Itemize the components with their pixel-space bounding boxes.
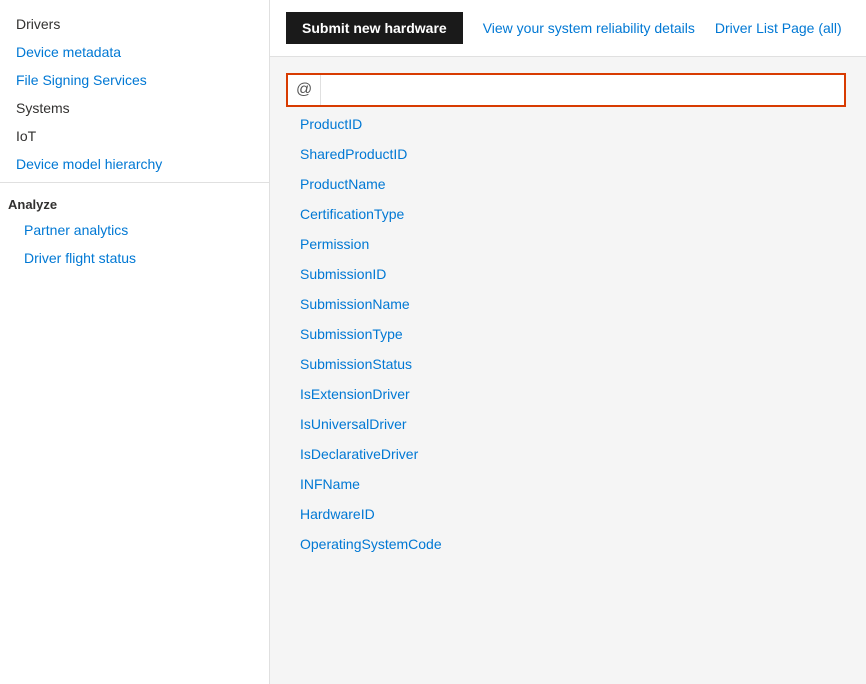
sidebar-item-systems[interactable]: Systems (0, 94, 269, 122)
field-item[interactable]: OperatingSystemCode (286, 529, 850, 559)
search-box: @ (286, 73, 846, 107)
search-input[interactable] (321, 76, 844, 104)
field-item[interactable]: INFName (286, 469, 850, 499)
field-item[interactable]: SharedProductID (286, 139, 850, 169)
main-panel: Submit new hardware View your system rel… (270, 0, 866, 684)
field-item[interactable]: SubmissionStatus (286, 349, 850, 379)
field-item[interactable]: Permission (286, 229, 850, 259)
sidebar-item-drivers[interactable]: Drivers (0, 10, 269, 38)
sidebar-analyze-section: Analyze (0, 187, 269, 216)
field-item[interactable]: SubmissionType (286, 319, 850, 349)
sidebar-item-partner-analytics[interactable]: Partner analytics (0, 216, 269, 244)
field-item[interactable]: SubmissionName (286, 289, 850, 319)
sidebar-item-driver-flight[interactable]: Driver flight status (0, 244, 269, 272)
field-item[interactable]: ProductID (286, 109, 850, 139)
submit-new-hardware-button[interactable]: Submit new hardware (286, 12, 463, 44)
field-item[interactable]: IsExtensionDriver (286, 379, 850, 409)
field-item[interactable]: HardwareID (286, 499, 850, 529)
reliability-link[interactable]: View your system reliability details (483, 20, 695, 36)
sidebar: Drivers Device metadata File Signing Ser… (0, 0, 270, 684)
field-item[interactable]: CertificationType (286, 199, 850, 229)
sidebar-divider (0, 182, 269, 183)
driver-list-link[interactable]: Driver List Page (all) (715, 20, 842, 36)
at-icon: @ (288, 75, 321, 105)
field-item[interactable]: IsUniversalDriver (286, 409, 850, 439)
field-item[interactable]: SubmissionID (286, 259, 850, 289)
sidebar-item-device-model[interactable]: Device model hierarchy (0, 150, 269, 178)
field-item[interactable]: IsDeclarativeDriver (286, 439, 850, 469)
content-area: @ ProductIDSharedProductIDProductNameCer… (270, 57, 866, 684)
sidebar-item-file-signing[interactable]: File Signing Services (0, 66, 269, 94)
fields-list: ProductIDSharedProductIDProductNameCerti… (286, 109, 850, 559)
field-item[interactable]: ProductName (286, 169, 850, 199)
toolbar: Submit new hardware View your system rel… (270, 0, 866, 57)
sidebar-item-device-metadata[interactable]: Device metadata (0, 38, 269, 66)
sidebar-item-iot[interactable]: IoT (0, 122, 269, 150)
